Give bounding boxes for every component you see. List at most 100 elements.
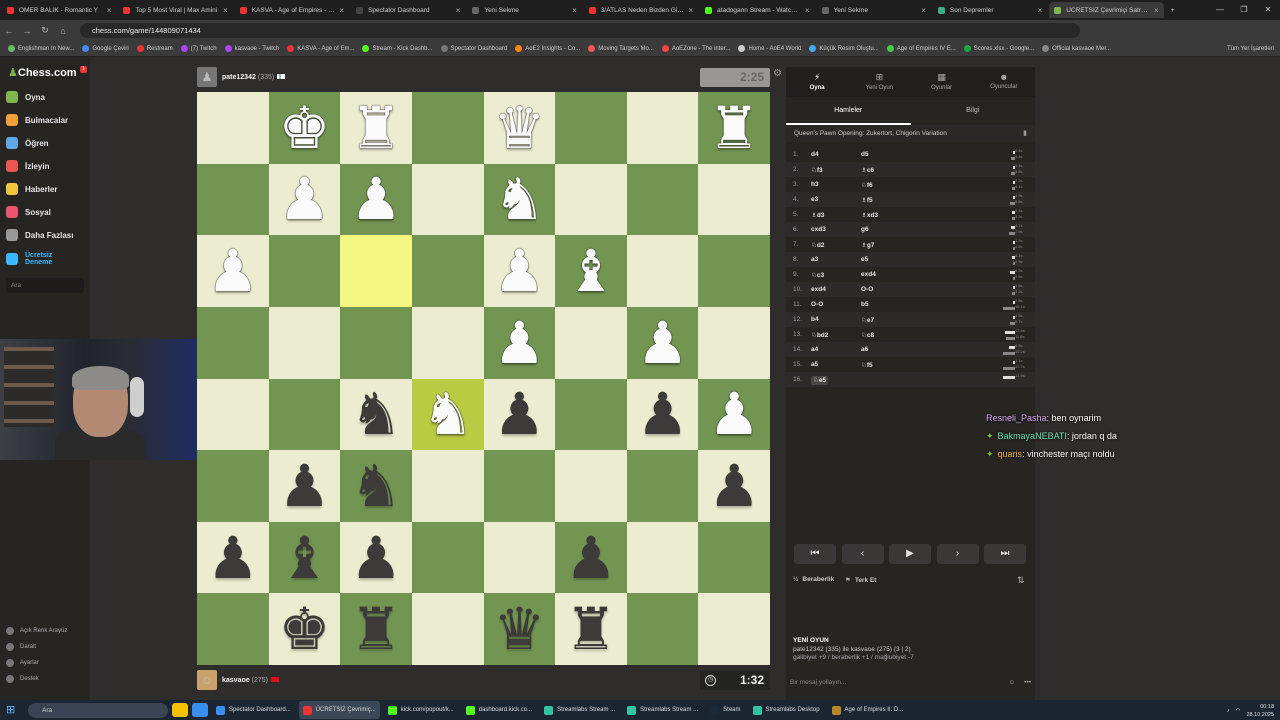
board-square[interactable] [626, 92, 699, 164]
panel-tab[interactable]: ☻ Oyuncular [973, 67, 1035, 97]
bottom-player-name[interactable]: kasvaoe [222, 677, 250, 684]
white-move[interactable]: a3 [811, 256, 861, 263]
taskbar-app[interactable]: dashboard.kick.co... [462, 701, 536, 719]
white-pawn-piece[interactable]: ♟ [350, 170, 402, 228]
browser-tab[interactable]: Yeni Sekme × [817, 2, 931, 18]
tab-close-icon[interactable]: × [223, 6, 228, 15]
board-square[interactable] [483, 450, 556, 522]
bookmark-item[interactable]: Stream - Kick Dashb... [362, 45, 433, 52]
white-queen-piece[interactable]: ♛ [493, 99, 545, 157]
board-square[interactable]: ♛ [483, 593, 556, 665]
white-pawn-piece[interactable]: ♟ [207, 242, 259, 300]
black-move[interactable]: ♘f6 [861, 181, 921, 189]
board-square[interactable] [197, 163, 269, 236]
bookmark-item[interactable]: Englishman In New... [8, 45, 74, 52]
browser-tab[interactable]: Top 5 Most Viral | Max Amini × [118, 2, 232, 18]
wifi-icon[interactable]: ◠ [1236, 708, 1241, 714]
chat-input[interactable]: Bir mesaj yollayın... ☺ ••• [786, 674, 1035, 691]
draw-button[interactable]: ½ Beraberlik [793, 576, 834, 583]
black-move[interactable]: ♗f5 [861, 196, 921, 204]
board-square[interactable] [483, 521, 556, 594]
tab-close-icon[interactable]: × [572, 6, 577, 15]
board-square[interactable] [411, 235, 484, 307]
black-bishop-piece[interactable]: ♝ [278, 529, 330, 587]
black-move[interactable]: ♘e7 [861, 316, 921, 324]
bookmark-item[interactable]: Moving Targets Mo... [588, 45, 654, 52]
black-move[interactable]: ♗xd3 [861, 211, 921, 219]
sidebar-bottom-item[interactable]: Daralt [6, 643, 36, 651]
board-square[interactable]: ♟ [197, 521, 269, 594]
white-move[interactable]: ♘f3 [811, 166, 861, 174]
board-square[interactable] [268, 306, 341, 379]
board-square[interactable]: ♚ [268, 593, 341, 665]
panel-tab[interactable]: ⊞ Yeni Oyun [848, 67, 910, 97]
board-square[interactable]: ♝ [268, 521, 341, 594]
back-icon[interactable]: ← [0, 26, 18, 36]
browser-tab[interactable]: 3/ATLAS Neden Bizden Gizle × [584, 2, 698, 18]
windows-start-icon[interactable]: ⊞ [6, 703, 20, 717]
black-knight-piece[interactable]: ♞ [350, 457, 402, 515]
bookmark-item[interactable]: KASVA - Age of Em... [287, 45, 354, 52]
board-square[interactable] [411, 92, 484, 164]
black-move[interactable]: g6 [861, 226, 921, 233]
board-square[interactable]: ♝ [555, 235, 627, 307]
board-square[interactable] [626, 593, 699, 665]
close-icon[interactable]: ✕ [1256, 0, 1280, 20]
top-player-name[interactable]: pate12342 [222, 74, 256, 81]
black-move[interactable]: ♘f5 [861, 361, 921, 369]
board-square[interactable] [411, 450, 484, 522]
black-pawn-piece[interactable]: ♟ [278, 457, 330, 515]
tab-close-icon[interactable]: × [107, 6, 112, 15]
black-move[interactable]: exd4 [861, 271, 921, 278]
reload-icon[interactable]: ↻ [36, 25, 54, 36]
white-move[interactable]: h3 [811, 181, 861, 188]
board-square[interactable] [197, 378, 269, 451]
black-rook-piece[interactable]: ♜ [350, 600, 402, 658]
board-square[interactable] [698, 521, 770, 594]
bookmark-item[interactable]: Scores.xlsx - Google... [963, 45, 1034, 52]
chess-board[interactable]: ♚ ♜ ♛ ♜ ♟ ♟ ♞ ♟ ♟ ♝ ♟ ♟ ♞ ♞ ♟ ♟ ♟ ♟ ♞ ♟ ♟ ♝ ♟ ♟ ♚ ♜ ♛ ♜ [197, 92, 770, 665]
board-square[interactable] [555, 450, 627, 522]
white-pawn-piece[interactable]: ♟ [493, 242, 545, 300]
black-move[interactable]: b5 [861, 301, 921, 308]
bookmark-item[interactable]: Küçük Resim Oluştu... [809, 45, 879, 52]
white-move[interactable]: e3 [811, 196, 861, 203]
board-square[interactable] [555, 92, 627, 164]
board-square[interactable]: ♜ [340, 593, 412, 665]
board-square[interactable]: ♜ [555, 593, 627, 665]
url-field[interactable]: chess.com/game/144809071434 [80, 23, 1080, 38]
board-square[interactable]: ♞ [411, 378, 484, 451]
sidebar-bottom-item[interactable]: Ayarlar [6, 659, 39, 667]
board-square[interactable] [197, 92, 269, 164]
sidebar-item-daha-fazlas-[interactable]: Daha Fazlası [6, 229, 73, 241]
taskbar-app[interactable]: Spectator Dashboard... [212, 701, 295, 719]
black-move[interactable]: O-O [861, 286, 921, 293]
white-knight-piece[interactable]: ♞ [493, 170, 545, 228]
board-square[interactable] [555, 378, 627, 451]
board-settings-gear-icon[interactable]: ⚙ [773, 68, 782, 79]
board-square[interactable] [411, 593, 484, 665]
sidebar-item-bulmacalar[interactable]: Bulmacalar [6, 114, 68, 126]
browser-tab[interactable]: Spectator Dashboard × [351, 2, 465, 18]
volume-icon[interactable]: ♪ [1227, 708, 1230, 714]
black-rook-piece[interactable]: ♜ [565, 600, 617, 658]
board-square[interactable] [626, 450, 699, 522]
white-move[interactable]: d4 [811, 151, 861, 158]
board-square[interactable] [698, 163, 770, 236]
prev-move-button[interactable]: ‹ [841, 544, 884, 564]
board-square[interactable]: ♜ [698, 92, 770, 164]
bookmark-item[interactable]: (7) Twitch [180, 45, 217, 52]
bookmark-item[interactable]: AoEZone - The inter... [661, 45, 730, 52]
bookmark-item[interactable]: Age of Empires IV E... [886, 45, 956, 52]
file-explorer-icon[interactable] [172, 703, 188, 717]
white-knight-piece[interactable]: ♞ [422, 385, 474, 443]
black-pawn-piece[interactable]: ♟ [493, 385, 545, 443]
board-square[interactable]: ♟ [483, 378, 556, 451]
black-move[interactable]: a6 [861, 346, 921, 353]
chrome-taskbar-icon[interactable] [192, 703, 208, 717]
board-square[interactable]: ♟ [698, 378, 770, 451]
book-icon[interactable]: ▮ [1023, 125, 1027, 142]
white-move[interactable]: O-O [811, 301, 861, 308]
last-move-button[interactable]: ⏭ [984, 544, 1026, 564]
tab-close-icon[interactable]: × [1154, 6, 1159, 15]
